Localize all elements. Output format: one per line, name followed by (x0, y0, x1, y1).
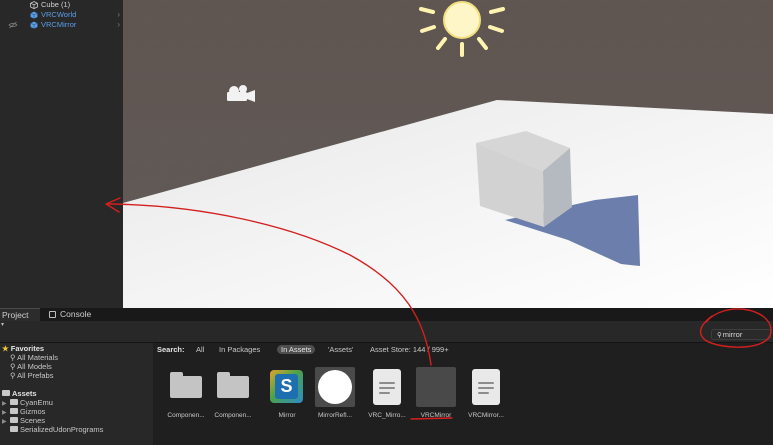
folder-serialized-udon-programs[interactable]: SerializedUdonPrograms (10, 425, 103, 434)
hierarchy-item-cube[interactable]: Cube (1) (0, 0, 123, 10)
scene-view[interactable] (123, 0, 773, 308)
asset-grid: Search: All In Packages In Assets 'Asset… (153, 343, 773, 445)
project-toolbar: ▾ ⚲mirror (0, 321, 773, 343)
expand-chevron-icon[interactable]: › (117, 20, 120, 30)
favorite-all-prefabs[interactable]: ⚲ All Prefabs (10, 371, 53, 380)
project-window: Project Console ▾ ⚲mirror ★ Favorites ⚲ A… (0, 308, 773, 445)
favorite-all-materials[interactable]: ⚲ All Materials (10, 353, 58, 362)
filter-assets-folder[interactable]: 'Assets' (328, 343, 353, 356)
asset-label: Componen... (214, 412, 252, 419)
asset-label: VRC_Mirro... (368, 412, 406, 419)
favorite-all-models[interactable]: ⚲ All Models (10, 362, 52, 371)
folder-icon (2, 390, 10, 396)
tab-console-label: Console (60, 309, 92, 319)
search-icon: ⚲ (717, 332, 722, 339)
asset-label: VRCMirror... (468, 412, 504, 419)
search-filter-bar: Search: All In Packages In Assets 'Asset… (153, 343, 773, 356)
folder-gizmos[interactable]: ▶ Gizmos (2, 407, 45, 416)
asset-item[interactable]: S Mirror (264, 365, 310, 425)
prefab-icon (416, 367, 456, 407)
asset-item[interactable]: MirrorRefl... (312, 365, 358, 425)
material-sphere-icon (315, 367, 355, 407)
favorite-label: All Models (17, 362, 52, 371)
asset-label: VRCMirror (420, 412, 452, 419)
folder-icon (166, 367, 206, 407)
hierarchy-item-label: VRCWorld (41, 10, 77, 19)
hierarchy-item-vrcmirror[interactable]: VRCMirror › (0, 20, 123, 30)
expand-chevron-icon[interactable]: › (117, 10, 120, 20)
favorites-header[interactable]: ★ Favorites (2, 344, 44, 353)
tab-project-label: Project (2, 310, 29, 320)
folder-scenes[interactable]: ▶ Scenes (2, 416, 45, 425)
tab-console[interactable]: Console (48, 308, 103, 321)
filter-all[interactable]: All (196, 343, 204, 356)
project-folder-tree: ★ Favorites ⚲ All Materials ⚲ All Models … (0, 343, 153, 445)
filter-asset-store[interactable]: Asset Store: 144 / 999+ (370, 343, 449, 356)
asset-item[interactable]: Componen... (163, 365, 209, 425)
unity-editor-window: Cube (1) VRCWorld › VRCMirror › Project … (0, 0, 773, 445)
script-file-icon (367, 367, 407, 407)
star-icon: ★ (2, 344, 9, 353)
create-menu-caret-icon[interactable]: ▾ (1, 321, 4, 328)
folder-icon (10, 417, 18, 423)
bottom-tab-bar: Project Console (0, 308, 773, 321)
console-icon (49, 311, 56, 318)
asset-label: MirrorRefl... (318, 412, 352, 419)
assets-header[interactable]: Assets (2, 389, 37, 398)
shader-icon: S (267, 367, 307, 407)
prefab-icon (30, 21, 38, 29)
favorites-label: Favorites (10, 344, 45, 353)
visibility-eye-icon[interactable] (8, 21, 18, 29)
tab-project[interactable]: Project (0, 308, 40, 321)
cube-icon (30, 1, 38, 9)
assets-label: Assets (12, 389, 37, 398)
asset-item[interactable]: Componen... (210, 365, 256, 425)
chevron-right-icon[interactable]: ▶ (2, 418, 10, 427)
search-value: mirror (722, 330, 743, 339)
search-input[interactable]: ⚲mirror (711, 329, 771, 340)
folder-icon (10, 399, 18, 405)
folder-icon (10, 426, 18, 432)
search-scope-label: Search: (157, 345, 185, 354)
hierarchy-item-label: VRCMirror (41, 20, 77, 29)
filter-in-assets[interactable]: In Assets (277, 345, 316, 354)
folder-label: Scenes (20, 416, 46, 425)
folder-label: SerializedUdonPrograms (20, 425, 104, 434)
hierarchy-item-label: Cube (1) (41, 0, 71, 9)
folder-cyanemu[interactable]: ▶ CyanEmu (2, 398, 53, 407)
filter-in-packages[interactable]: In Packages (219, 343, 260, 356)
prefab-icon (30, 11, 38, 19)
folder-label: CyanEmu (20, 398, 53, 407)
hierarchy-item-vrcworld[interactable]: VRCWorld › (0, 10, 123, 20)
folder-icon (213, 367, 253, 407)
asset-item[interactable]: VRCMirror... (463, 365, 509, 425)
asset-item[interactable]: VRC_Mirro... (364, 365, 410, 425)
asset-label: Mirror (278, 412, 296, 419)
asset-label: Componen... (167, 412, 205, 419)
hierarchy-panel: Cube (1) VRCWorld › VRCMirror › (0, 0, 123, 308)
script-file-icon (466, 367, 506, 407)
folder-label: Gizmos (20, 407, 46, 416)
asset-item[interactable]: VRCMirror (413, 365, 459, 425)
folder-icon (10, 408, 18, 414)
favorite-label: All Prefabs (17, 371, 54, 380)
scene-canvas[interactable] (123, 0, 773, 308)
favorite-label: All Materials (17, 353, 59, 362)
